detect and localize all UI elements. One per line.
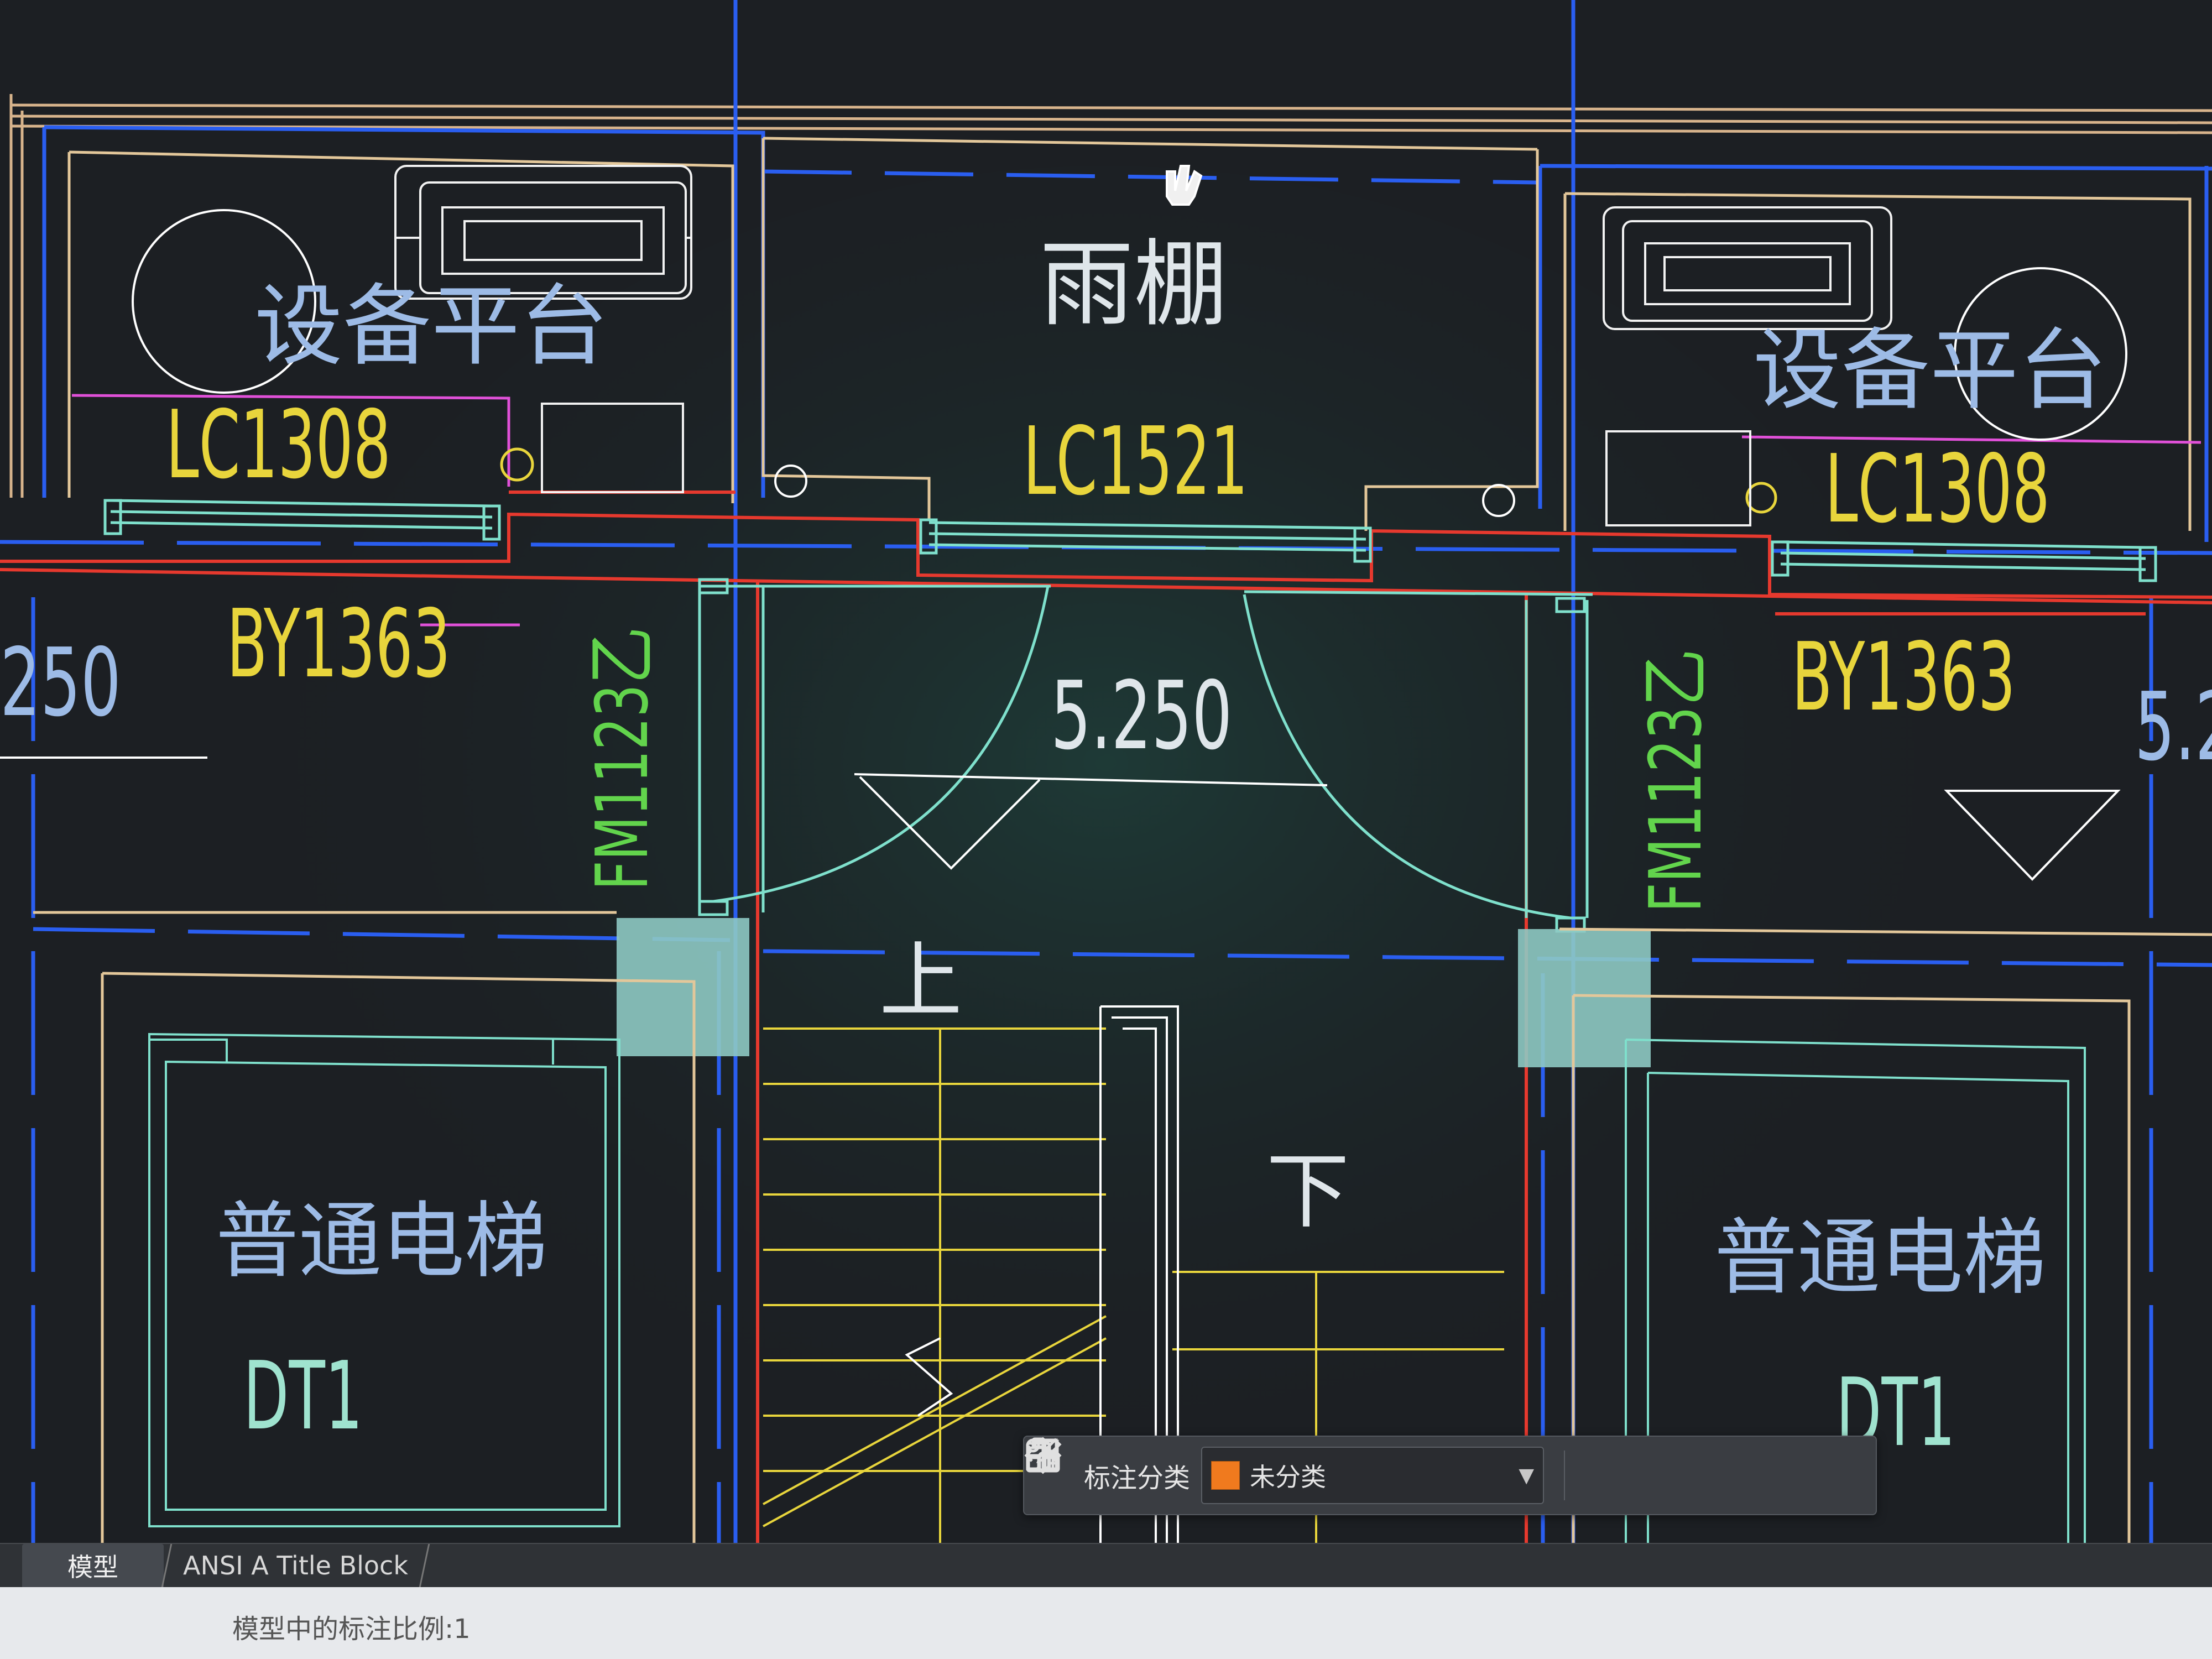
window-tag-right: LC1308 [1825, 435, 2050, 544]
platform-label-left: 设备平台 [254, 274, 609, 378]
door-tag-right: FM1123乙 [1634, 649, 1718, 912]
move-icon[interactable] [1024, 1437, 1668, 1503]
chevron-down-icon: ▼ [1519, 1464, 1535, 1487]
annotation-category-label: 标注分类 [1084, 1463, 1191, 1494]
canopy-label: 雨棚 [1040, 230, 1228, 340]
platform-label-right: 设备平台 [1753, 319, 2107, 422]
elevator-label-right: 普通电梯 [1714, 1210, 2047, 1306]
edge-elevation-left: 250 [0, 628, 121, 738]
cad-drawing-canvas[interactable]: 雨棚 设备平台 设备平台 LC1308 LC1521 LC1308 BY1363… [0, 0, 2212, 1543]
window-tag-left: LC1308 [166, 390, 391, 500]
tab-model-label: 模型 [67, 1552, 118, 1582]
tab-title-block[interactable]: ANSI A Title Block [161, 1544, 430, 1587]
annotation-scale-status: 模型中的标注比例:1 [232, 1614, 471, 1645]
tab-model[interactable]: 模型 [22, 1544, 164, 1587]
elevator-tag-left: DT1 [243, 1342, 363, 1451]
paste-icon[interactable] [1026, 1437, 1765, 1503]
stair-up-label: 上 [879, 933, 963, 1030]
edge-elevation-right: 5.2 [2135, 672, 2212, 782]
edit-icon[interactable] [1027, 1438, 1619, 1503]
wall-tag-left: BY1363 [227, 589, 451, 699]
door-tag-left: FM1123乙 [580, 627, 664, 890]
category-color-swatch [1211, 1461, 1240, 1490]
stair-down-label: 下 [1266, 1144, 1350, 1240]
wall-tag-right: BY1363 [1792, 623, 2016, 732]
status-bar: 模型中的标注比例:1 [0, 1587, 2212, 1659]
toolbar-divider [1564, 1451, 1566, 1500]
annotation-category-select[interactable]: 未分类 ▼ [1201, 1447, 1545, 1504]
elevation-mark-label: 5.250 [1051, 661, 1233, 771]
elevator-label-left: 普通电梯 [216, 1193, 548, 1290]
annotation-toolbar: 标注分类 未分类 ▼ [1023, 1436, 1877, 1515]
annotation-category-value: 未分类 [1250, 1462, 1327, 1492]
tab-title-block-label: ANSI A Title Block [183, 1551, 408, 1580]
copy-icon[interactable] [1026, 1439, 1717, 1503]
layout-tabs: 模型 ANSI A Title Block [0, 1543, 2212, 1588]
window-tag-center: LC1521 [1023, 407, 1248, 517]
